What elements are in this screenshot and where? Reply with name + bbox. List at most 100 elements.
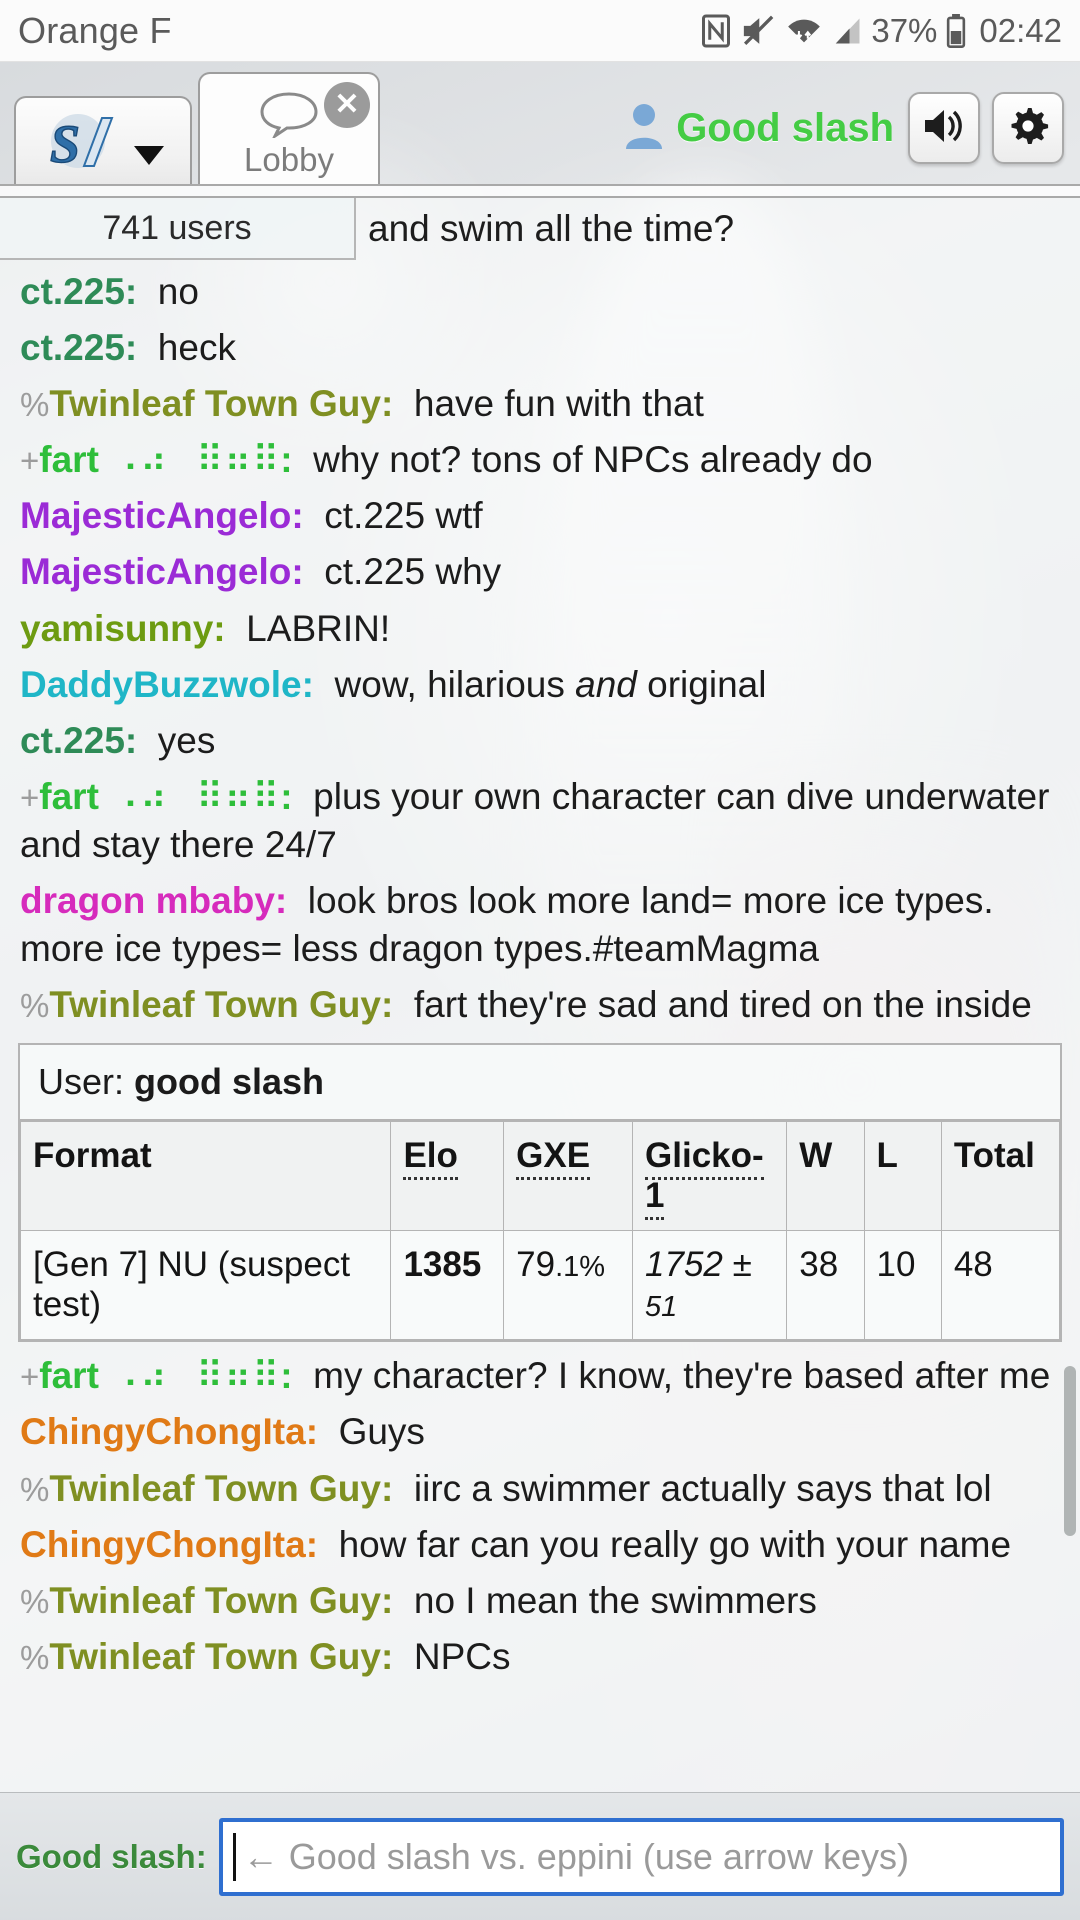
battery-icon: [947, 13, 966, 48]
message-body: ct.225 why: [303, 551, 502, 593]
message-body: my character? I know, they're based afte…: [292, 1355, 1051, 1397]
rating-col-w: W: [786, 1121, 865, 1232]
android-status-bar: Orange F 37% 02:42: [0, 0, 1080, 62]
message-username[interactable]: fart: [39, 1355, 99, 1396]
rating-cell-gxe: 79.1%: [503, 1230, 634, 1341]
message-colon: :: [380, 1635, 394, 1677]
message-username[interactable]: MajesticAngelo: [20, 495, 291, 536]
status-icons-group: 37% 02:42: [701, 12, 1062, 50]
rank-symbol: %: [20, 987, 50, 1025]
pokemon-showdown-logo-icon: S: [42, 108, 128, 174]
message-username[interactable]: ChingyChongIta: [20, 1411, 306, 1452]
message-username[interactable]: dragon mbaby: [20, 880, 275, 921]
message-username[interactable]: ct.225: [20, 271, 125, 312]
message-colon: :: [274, 880, 288, 922]
message-username[interactable]: Twinleaf Town Guy: [49, 1636, 381, 1677]
message-colon: :: [124, 327, 138, 369]
message-username[interactable]: ct.225: [20, 720, 125, 761]
chevron-down-icon[interactable]: [134, 145, 164, 165]
rating-table-user-row: User: good slash: [20, 1045, 1060, 1122]
message-colon: :: [291, 551, 304, 593]
message-body: how far can you really go with your name: [318, 1523, 1012, 1565]
rating-cell-total: 48: [940, 1230, 1061, 1341]
tab-lobby[interactable]: Lobby ✕: [198, 72, 380, 184]
chat-message: MajesticAngelo: ct.225 why: [0, 544, 1080, 600]
signal-icon: [836, 18, 860, 43]
chat-messages-bottom: +fart ⠠⠴⠀⠿⠶⠿: my character? I know, they…: [0, 1348, 1080, 1685]
carrier-label: Orange F: [18, 9, 172, 51]
message-body: Guys: [318, 1411, 425, 1453]
chat-message: ct.225: yes: [0, 713, 1080, 769]
rating-col-format: Format: [19, 1121, 392, 1232]
message-colon: :: [301, 663, 314, 705]
chat-message: %Twinleaf Town Guy: NPCs: [0, 1629, 1080, 1685]
rank-symbol: %: [20, 386, 50, 424]
message-username[interactable]: Twinleaf Town Guy: [49, 1580, 381, 1621]
chat-message: %Twinleaf Town Guy: fart they're sad and…: [0, 977, 1080, 1033]
chat-scrollbar-thumb[interactable]: [1064, 1366, 1076, 1536]
rating-col-gxe[interactable]: GXE: [503, 1121, 634, 1232]
rank-symbol: %: [20, 1470, 50, 1508]
rating-col-glicko[interactable]: Glicko-1: [632, 1121, 788, 1232]
wifi-icon: [788, 19, 821, 42]
user-count-button[interactable]: 741 users: [0, 198, 356, 260]
message-username[interactable]: DaddyBuzzwole: [20, 664, 302, 705]
message-colon: :: [124, 271, 138, 312]
message-colon: :: [280, 439, 293, 481]
speaker-icon: [921, 104, 967, 153]
message-username[interactable]: Twinleaf Town Guy: [49, 984, 381, 1025]
message-colon: :: [380, 984, 394, 1026]
chat-message: %Twinleaf Town Guy: have fun with that: [0, 376, 1080, 432]
rating-cell-w: 38: [786, 1230, 865, 1341]
rating-cell-l: 10: [863, 1230, 942, 1341]
chat-message: %Twinleaf Town Guy: iirc a swimmer actua…: [0, 1461, 1080, 1517]
message-colon: :: [380, 1579, 394, 1621]
chat-top-strip: [0, 186, 1080, 198]
rating-col-l: L: [863, 1121, 942, 1232]
message-username[interactable]: fart: [39, 439, 99, 480]
glicko-deviation: 51: [645, 1291, 678, 1324]
message-username[interactable]: MajesticAngelo: [20, 551, 291, 592]
message-colon: :: [280, 775, 293, 817]
message-body: why not? tons of NPCs already do: [292, 439, 873, 481]
message-body: LABRIN!: [225, 607, 391, 649]
chat-message: MajesticAngelo: ct.225 wtf: [0, 488, 1080, 544]
message-colon: :: [291, 495, 304, 537]
chat-panel[interactable]: 741 users and swim all the time? ct.225:…: [0, 184, 1080, 1792]
message-colon: :: [124, 719, 138, 761]
rating-table-card: User: good slash Format Elo GXE Glicko-1: [18, 1043, 1062, 1343]
chat-input-row: Good slash: ← Good slash vs. eppini (use…: [0, 1792, 1080, 1920]
tab-lobby-label: Lobby: [244, 140, 334, 178]
settings-button[interactable]: [992, 92, 1064, 164]
message-colon: :: [305, 1411, 319, 1453]
message-colon: :: [380, 1467, 394, 1509]
chat-input-field[interactable]: ← Good slash vs. eppini (use arrow keys): [218, 1817, 1064, 1896]
message-username[interactable]: ChingyChongIta: [20, 1524, 306, 1565]
message-username[interactable]: Twinleaf Town Guy: [49, 1468, 381, 1509]
rating-table: Format Elo GXE Glicko-1 W L Total [Gen 7…: [19, 1121, 1061, 1341]
showdown-app: S Lobby ✕ Good slash 741 users and swim …: [0, 62, 1080, 1920]
rating-user-name: good slash: [134, 1061, 325, 1103]
chat-message: +fart ⠠⠴⠀⠿⠶⠿: why not? tons of NPCs alre…: [0, 432, 1080, 488]
message-username[interactable]: yamisunny: [20, 608, 213, 649]
message-colon: :: [213, 607, 226, 649]
rating-table-body: [Gen 7] NU (suspect test) 1385 79.1% 1752 ±…: [19, 1230, 1061, 1341]
rank-symbol: %: [20, 1638, 50, 1676]
sound-button[interactable]: [908, 92, 980, 164]
tab-home[interactable]: S: [14, 96, 192, 184]
rating-table-row: [Gen 7] NU (suspect test) 1385 79.1% 1752 ±…: [19, 1230, 1061, 1341]
current-username-label[interactable]: Good slash: [676, 106, 894, 151]
message-username[interactable]: fart: [39, 776, 99, 817]
chat-message: ct.225: no: [0, 264, 1080, 320]
gxe-fraction: .1%: [555, 1251, 606, 1284]
gear-icon: [1006, 104, 1050, 153]
message-colon: :: [380, 383, 394, 425]
chat-message: +fart ⠠⠴⠀⠿⠶⠿: my character? I know, they…: [0, 1348, 1080, 1404]
rating-col-elo[interactable]: Elo: [390, 1121, 505, 1232]
avatar-icon[interactable]: [624, 101, 664, 156]
chat-message: +fart ⠠⠴⠀⠿⠶⠿: plus your own character ca…: [0, 769, 1080, 873]
battery-percent-label: 37%: [871, 11, 938, 49]
message-username[interactable]: ct.225: [20, 327, 125, 368]
close-icon[interactable]: ✕: [324, 82, 370, 128]
message-username[interactable]: Twinleaf Town Guy: [49, 383, 381, 424]
